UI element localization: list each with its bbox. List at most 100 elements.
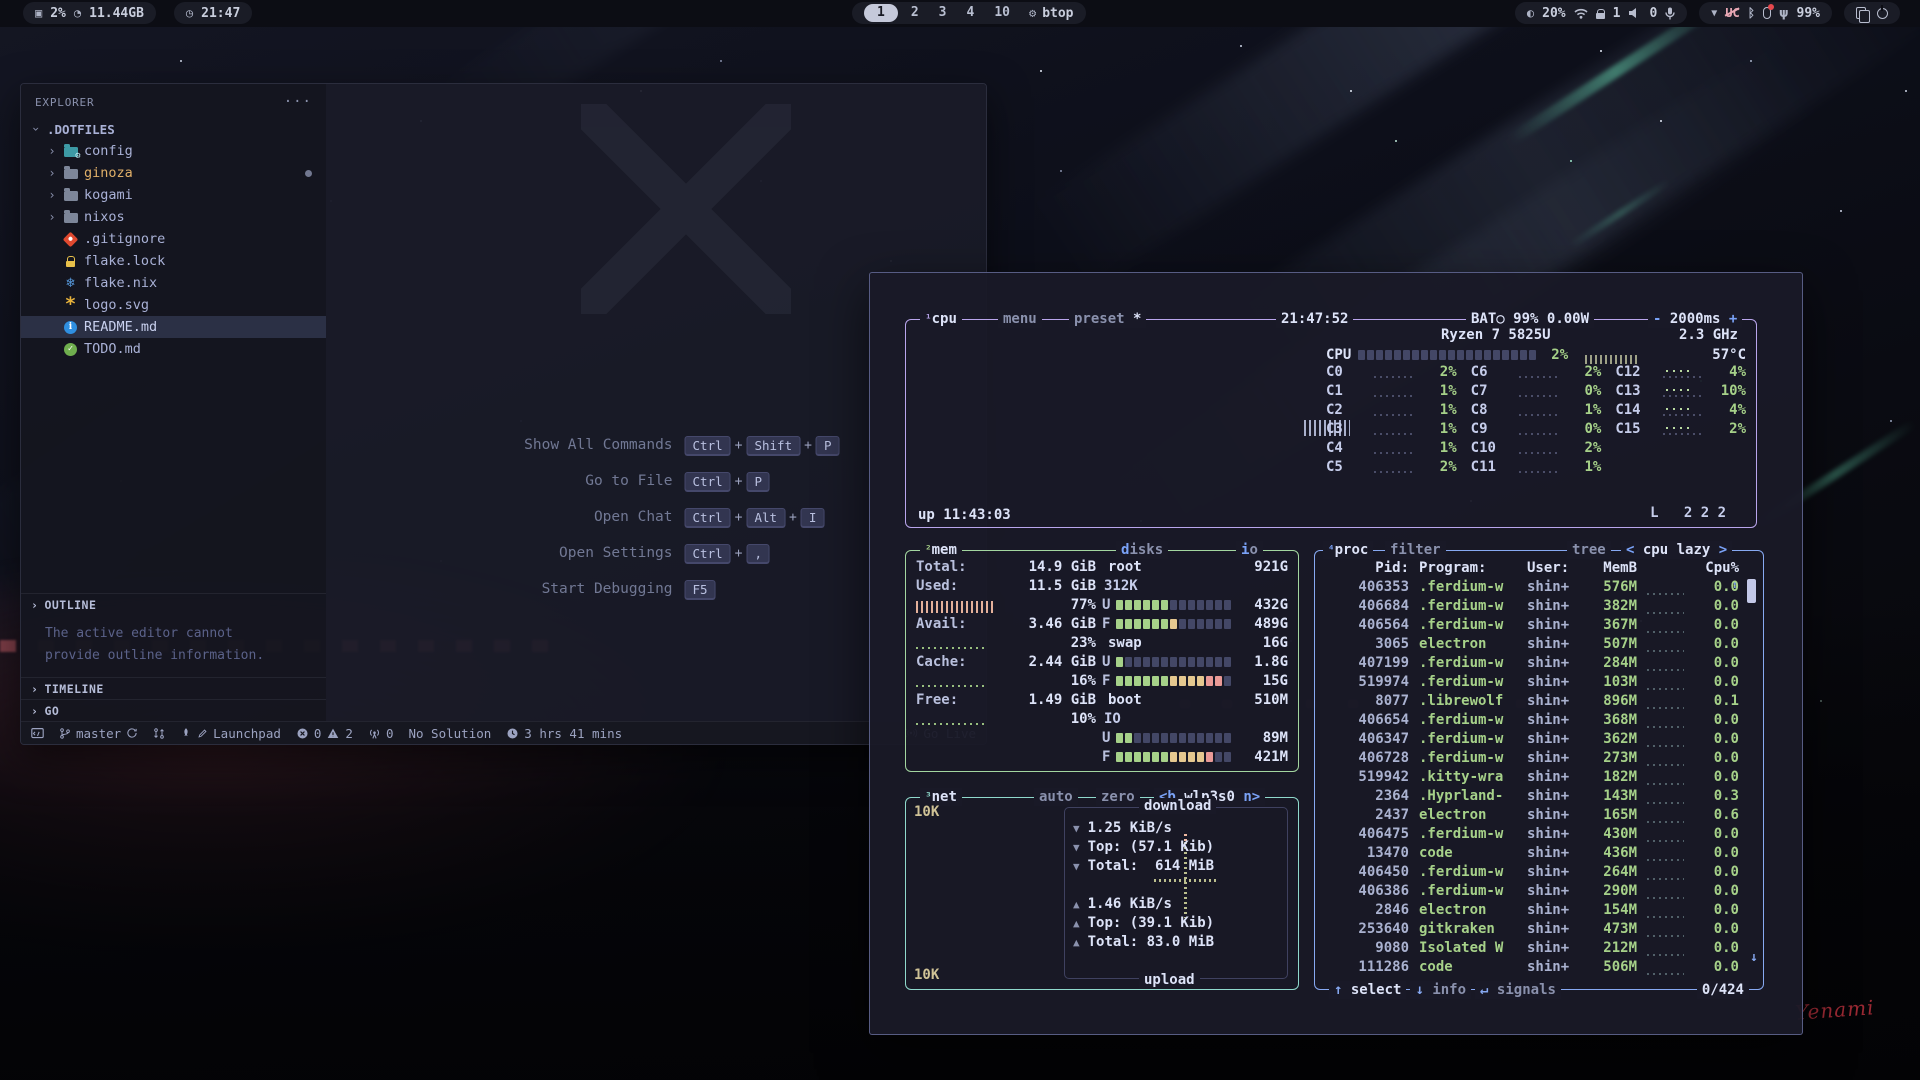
proc-row[interactable]: 253640gitkrakenshin+473M0.0 (1323, 921, 1739, 940)
bluetooth-icon[interactable]: ᛒ (1748, 6, 1755, 20)
signals-hint[interactable]: ↵ signals (1475, 981, 1561, 999)
tree-item-kogami[interactable]: ›kogami (21, 184, 326, 206)
menu-button[interactable]: menu (998, 310, 1042, 328)
microphone-icon[interactable] (1665, 7, 1675, 20)
problems-button[interactable]: 0 2 (296, 726, 353, 741)
proc-memory: 273M (1585, 750, 1637, 766)
sort-selector[interactable]: < cpu lazy > (1621, 541, 1732, 559)
proc-row[interactable]: 406386.ferdium-wshin+290M0.0 (1323, 883, 1739, 902)
proc-row[interactable]: 2364.Hyprland-shin+143M0.3 (1323, 788, 1739, 807)
preset-button[interactable]: preset * (1069, 310, 1146, 328)
workspace-1[interactable]: 1 (864, 4, 898, 22)
proc-tab[interactable]: ⁴proc (1323, 541, 1373, 559)
proc-row[interactable]: 406347.ferdium-wshin+362M0.0 (1323, 731, 1739, 750)
tree-item-config[interactable]: ›config (21, 140, 326, 162)
meter-block (1152, 752, 1159, 762)
timeline-section-header[interactable]: › TIMELINE (21, 677, 326, 699)
workspace-2[interactable]: 2 (904, 4, 926, 22)
filter-button[interactable]: filter (1385, 541, 1446, 559)
proc-row[interactable]: 407199.ferdium-wshin+284M0.0 (1323, 655, 1739, 674)
meter-block (1179, 619, 1186, 629)
time-tracker[interactable]: 3 hrs 41 mins (506, 726, 622, 741)
proc-row[interactable]: 406353.ferdium-wshin+576M0.0 (1323, 579, 1739, 598)
network-applet-icon[interactable]: ▼ (1711, 8, 1717, 19)
meter-block (1197, 600, 1204, 610)
tree-item-flake.nix[interactable]: ❄flake.nix (21, 272, 326, 294)
solution-label[interactable]: No Solution (408, 726, 491, 741)
tree-item-README.md[interactable]: iREADME.md (21, 316, 326, 338)
tree-item-nixos[interactable]: ›nixos (21, 206, 326, 228)
proc-row[interactable]: 406475.ferdium-wshin+430M0.0 (1323, 826, 1739, 845)
proc-program: .ferdium-w (1409, 579, 1527, 595)
proc-row[interactable]: 8077.librewolfshin+896M0.1 (1323, 693, 1739, 712)
proc-program: .ferdium-w (1409, 712, 1527, 728)
proc-pid: 406564 (1323, 617, 1409, 633)
mem-tab[interactable]: ²mem (920, 541, 962, 559)
proc-row[interactable]: 2846electronshin+154M0.0 (1323, 902, 1739, 921)
power-icon[interactable] (1877, 8, 1888, 19)
proc-memory: 103M (1585, 674, 1637, 690)
proc-row[interactable]: 13470codeshin+436M0.0 (1323, 845, 1739, 864)
proc-row[interactable]: 519942.kitty-wrashin+182M0.0 (1323, 769, 1739, 788)
proc-row[interactable]: 406684.ferdium-wshin+382M0.0 (1323, 598, 1739, 617)
proc-row[interactable]: 111286codeshin+506M0.0 (1323, 959, 1739, 978)
wifi-icon[interactable] (1574, 8, 1588, 19)
info-hint[interactable]: ↓ info (1410, 981, 1471, 999)
tree-item-TODO.md[interactable]: ✓TODO.md (21, 338, 326, 360)
proc-row[interactable]: 519974.ferdium-wshin+103M0.0 (1323, 674, 1739, 693)
git-compare-button[interactable] (153, 727, 165, 740)
mouse-notification-icon[interactable] (1763, 7, 1771, 19)
select-hint[interactable]: ↑ select (1329, 981, 1406, 999)
tree-item-logo.svg[interactable]: *logo.svg (21, 294, 326, 316)
core-percent: 1% (1419, 383, 1457, 399)
proc-pid: 9080 (1323, 940, 1409, 956)
vscode-sidebar: EXPLORER ··· ›.DOTFILES›config›ginoza›ko… (21, 84, 326, 721)
proc-row[interactable]: 9080Isolated Wshin+212M0.0 (1323, 940, 1739, 959)
proc-pid: 519942 (1323, 769, 1409, 785)
launchpad-button[interactable]: Launchpad (180, 726, 281, 741)
net-zero-button[interactable]: zero (1096, 788, 1140, 806)
meter-block (1394, 350, 1401, 360)
proc-row[interactable]: 2437electronshin+165M0.6 (1323, 807, 1739, 826)
proc-table: 406353.ferdium-wshin+576M0.0406684.ferdi… (1323, 579, 1739, 978)
tree-item-ginoza[interactable]: ›ginoza (21, 162, 326, 184)
meter-block (1215, 600, 1222, 610)
proc-row[interactable]: 406564.ferdium-wshin+367M0.0 (1323, 617, 1739, 636)
workspace-3[interactable]: 3 (932, 4, 954, 22)
net-value: Top: (39.1 Kib) (1088, 915, 1214, 931)
brightness-icon[interactable]: ◐ (1527, 6, 1534, 20)
proc-row[interactable]: 406728.ferdium-wshin+273M0.0 (1323, 750, 1739, 769)
proc-pid: 111286 (1323, 959, 1409, 975)
proc-memory: 368M (1585, 712, 1637, 728)
git-branch-button[interactable]: master (59, 726, 138, 741)
tree-item-flake.lock[interactable]: flake.lock (21, 250, 326, 272)
explorer-actions-icon[interactable]: ··· (284, 94, 312, 110)
keycap: P (746, 472, 770, 491)
cpu-tab[interactable]: ¹cpu (920, 310, 962, 328)
proc-pid: 3065 (1323, 636, 1409, 652)
mem-percent: 77% (1071, 597, 1096, 613)
proc-pid: 8077 (1323, 693, 1409, 709)
tree-item-.DOTFILES[interactable]: ›.DOTFILES (21, 118, 326, 140)
tree-button[interactable]: tree (1567, 541, 1611, 559)
ports-button[interactable]: 0 (368, 726, 394, 741)
proc-row[interactable]: 3065electronshin+507M0.0 (1323, 636, 1739, 655)
remote-button[interactable] (31, 727, 44, 740)
btop-cpu-box: ¹cpu menu preset * 21:47:52 BAT○ 99% 0.0… (905, 319, 1757, 528)
tree-item-.gitignore[interactable]: .gitignore (21, 228, 326, 250)
workspace-10[interactable]: 10 (987, 4, 1017, 22)
proc-scrollbar[interactable] (1747, 579, 1756, 603)
net-auto-button[interactable]: auto (1034, 788, 1078, 806)
disk-meter (1116, 619, 1231, 629)
speaker-muted-icon[interactable] (1628, 7, 1641, 19)
cpu-core-C11: C111% (1471, 459, 1602, 478)
workspace-4[interactable]: 4 (959, 4, 981, 22)
keyboard-lock-icon[interactable] (1596, 13, 1605, 19)
meter-block (1215, 619, 1222, 629)
uc-tray-icon[interactable]: UC (1725, 6, 1739, 20)
outline-section-header[interactable]: › OUTLINE (21, 593, 326, 615)
clipboard-icon[interactable] (1856, 7, 1866, 19)
proc-row[interactable]: 406654.ferdium-wshin+368M0.0 (1323, 712, 1739, 731)
proc-row[interactable]: 406450.ferdium-wshin+264M0.0 (1323, 864, 1739, 883)
go-section-header[interactable]: › GO (21, 699, 326, 721)
